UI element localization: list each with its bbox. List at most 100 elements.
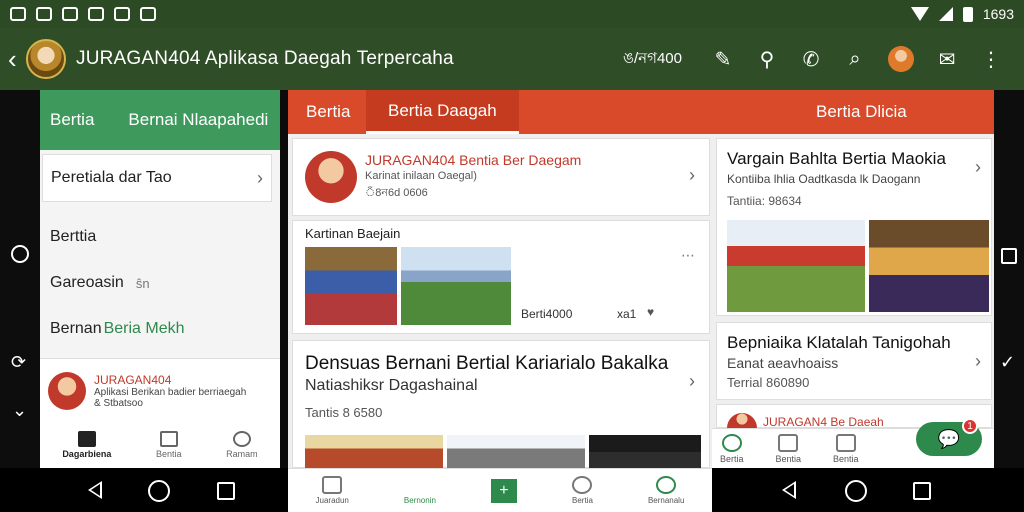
profile-name: JURAGAN404 bbox=[94, 372, 172, 387]
chevron-right-icon: › bbox=[975, 157, 981, 177]
right-card-1-subtitle: Kontiiba lhlia Oadtkasda lk Daogann bbox=[727, 172, 921, 186]
tab-bertia[interactable]: Bertia bbox=[306, 90, 350, 134]
back-triangle-icon[interactable] bbox=[782, 481, 796, 499]
blank-icon bbox=[410, 476, 430, 494]
left-item-beria-mekh[interactable]: Bernan Beria Mekh bbox=[40, 306, 280, 352]
left-item-gareoasin[interactable]: Gareoasin ŝn bbox=[40, 260, 280, 306]
edit-icon[interactable]: ✎ bbox=[712, 48, 734, 71]
refresh-icon bbox=[656, 476, 677, 494]
battery-icon bbox=[962, 6, 973, 22]
chevron-right-icon: › bbox=[689, 165, 695, 185]
add-post-button[interactable]: + bbox=[490, 478, 517, 503]
profile-avatar bbox=[48, 371, 86, 410]
chat-notification-icon bbox=[114, 7, 130, 21]
news-card-3-title: Densuas Bernani Bertial Kariarialo Bakal… bbox=[305, 353, 669, 374]
news-card-1-text: JURAGAN404 Bentia Ber Daegam Karinat ini… bbox=[365, 152, 581, 203]
center-nav-label: Bernanalu bbox=[647, 496, 685, 505]
news-photo-2 bbox=[401, 247, 511, 325]
more-vert-icon[interactable]: ⋮ bbox=[980, 48, 1002, 71]
center-nav-5[interactable]: Bernanalu bbox=[648, 476, 684, 505]
left-nav-label: Dagarbiena bbox=[62, 449, 112, 459]
left-item-berttia[interactable]: Berttia bbox=[40, 214, 280, 260]
recents-square-icon[interactable] bbox=[913, 482, 931, 500]
center-nav-4[interactable]: Bertia bbox=[572, 476, 593, 505]
home-icon bbox=[778, 433, 799, 452]
image-notification-icon bbox=[10, 7, 26, 21]
home-circle-icon[interactable] bbox=[845, 480, 867, 502]
left-nav-ramam[interactable]: Ramam bbox=[226, 431, 258, 459]
left-nav-news[interactable]: Bentia bbox=[156, 431, 182, 459]
right-system-bar: ✓ bbox=[994, 90, 1024, 468]
app-logo bbox=[26, 39, 66, 79]
back-arrow-icon[interactable]: ‹ bbox=[8, 44, 26, 75]
tab-bertia-daagah[interactable]: Bertia Daagah bbox=[366, 90, 519, 134]
left-tab-bernai[interactable]: Bernai Nlaapahedi bbox=[128, 110, 268, 130]
status-time: 1693 bbox=[982, 6, 1014, 22]
gallery-notification-icon bbox=[88, 7, 104, 21]
chat-fab-button[interactable]: 💬 1 bbox=[916, 418, 982, 456]
more-horiz-icon[interactable]: ⋯ bbox=[681, 247, 695, 264]
center-nav-label: Bernonin bbox=[403, 496, 436, 505]
news-card-3[interactable]: Densuas Bernani Bertial Kariarialo Bakal… bbox=[292, 340, 710, 469]
center-nav-2[interactable]: Bernonin bbox=[404, 476, 436, 505]
home-circle-icon[interactable] bbox=[148, 480, 170, 502]
news-card-2-stat2: xa1 bbox=[617, 307, 637, 321]
like-icon[interactable]: ♥ bbox=[647, 305, 654, 319]
signal-icon bbox=[938, 7, 953, 21]
news-card-2[interactable]: Kartinan Baejain ⋯ Berti4000 xa1 ♥ bbox=[292, 220, 710, 334]
left-bottom-nav: Dagarbiena Bentia Ramam bbox=[40, 422, 280, 468]
left-tab-bertia[interactable]: Bertia bbox=[50, 110, 94, 130]
recents-square-icon[interactable] bbox=[1001, 248, 1017, 264]
left-nav-home[interactable]: Dagarbiena bbox=[62, 431, 111, 459]
news-card-1-subtitle: Karinat inilaan Oaegal) bbox=[365, 169, 477, 182]
center-nav-label: Bertia bbox=[572, 496, 593, 505]
news-photo-4 bbox=[447, 435, 585, 469]
right-card-1-title: Vargain Bahlta Bertia Maokia bbox=[727, 149, 946, 168]
left-item-prefix: Bernan bbox=[50, 320, 102, 337]
search-icon[interactable]: ⌕ bbox=[844, 48, 866, 70]
home-circle-icon[interactable] bbox=[11, 245, 29, 263]
left-card[interactable]: Peretiala dar Tao › bbox=[42, 154, 272, 202]
left-panel: Bertia Bernai Nlaapahedi Peretiala dar T… bbox=[40, 90, 280, 468]
news-card-1-title: JURAGAN404 Bentia Ber Daegam bbox=[365, 151, 582, 168]
left-item-label: Beria Mekh bbox=[103, 320, 185, 337]
fan-notification-icon bbox=[62, 7, 78, 21]
news-card-1[interactable]: JURAGAN404 Bentia Ber Daegam Karinat ini… bbox=[292, 138, 710, 216]
right-card-3-title: JURAGAN4 Be Daeah bbox=[763, 415, 884, 429]
chevron-right-icon: › bbox=[689, 371, 695, 391]
chevron-down-icon[interactable]: ⌄ bbox=[12, 400, 27, 421]
left-profile-card[interactable]: JURAGAN404 Aplikasi Berikan badier berri… bbox=[40, 358, 280, 422]
rotate-icon[interactable]: ⟳ bbox=[11, 352, 26, 373]
tab-bertia-dlicia[interactable]: Bertia Dlicia bbox=[816, 90, 907, 134]
user-avatar[interactable] bbox=[888, 46, 914, 72]
broadcast-icon[interactable]: ⚲ bbox=[756, 48, 778, 71]
chevron-right-icon: › bbox=[975, 351, 981, 371]
news-photo-1 bbox=[305, 247, 397, 325]
building-icon bbox=[159, 431, 178, 447]
right-card-2[interactable]: Bepniaika Klatalah Tanigohah Eanat aeavh… bbox=[716, 322, 992, 400]
system-nav-bar-right bbox=[712, 468, 1024, 512]
right-nav-1[interactable]: Bertia bbox=[720, 433, 744, 464]
right-card-1[interactable]: Vargain Bahlta Bertia Maokia Kontiiba lh… bbox=[716, 138, 992, 316]
left-system-bar: ⟳ ⌄ bbox=[0, 90, 40, 468]
right-nav-label: Bentia bbox=[775, 453, 802, 464]
center-nav-1[interactable]: Juaradun bbox=[316, 476, 349, 505]
recents-square-icon[interactable] bbox=[217, 482, 235, 500]
right-card-2-subtitle: Eanat aeavhoaiss bbox=[727, 355, 839, 371]
left-nav-label: Bentia bbox=[155, 449, 182, 459]
news-card-1-head: JURAGAN404 Bentia Ber Daegam Karinat ini… bbox=[305, 151, 581, 203]
app-code: ঙ/নগ400 bbox=[623, 49, 682, 67]
news-photo-5 bbox=[589, 435, 701, 469]
app-actions: ✎ ⚲ ✆ ⌕ ✉ ⋮ bbox=[712, 46, 1002, 72]
back-triangle-icon[interactable] bbox=[88, 481, 102, 499]
center-nav-label: Juaradun bbox=[315, 496, 349, 505]
left-card-label: Peretiala dar Tao bbox=[51, 169, 172, 186]
mail-icon[interactable]: ✉ bbox=[936, 48, 958, 71]
left-tabs: Bertia Bernai Nlaapahedi bbox=[40, 90, 280, 150]
phone-icon[interactable]: ✆ bbox=[800, 48, 822, 71]
check-icon[interactable]: ✓ bbox=[1000, 352, 1015, 373]
wifi-icon bbox=[910, 7, 929, 21]
right-nav-2[interactable]: Bentia bbox=[775, 433, 802, 464]
right-nav-3[interactable]: Bentia bbox=[833, 433, 859, 464]
profile-text: JURAGAN404 Aplikasi Berikan badier berri… bbox=[94, 373, 246, 409]
